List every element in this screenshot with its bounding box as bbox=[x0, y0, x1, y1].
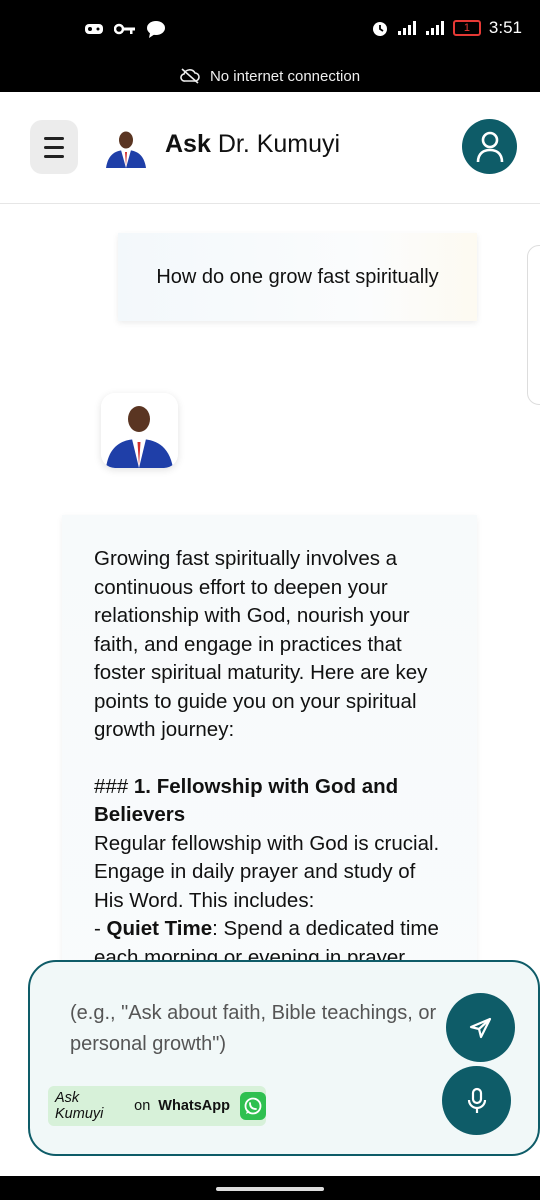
whatsapp-link[interactable]: Ask Kumuyi on WhatsApp bbox=[48, 1086, 266, 1126]
battery-icon: 1 bbox=[452, 20, 481, 36]
home-gesture-handle[interactable] bbox=[216, 1187, 324, 1191]
signal-icon-2 bbox=[425, 21, 444, 35]
gamepad-icon bbox=[85, 24, 103, 34]
microphone-button[interactable] bbox=[442, 1066, 511, 1135]
app-logo-avatar bbox=[106, 131, 146, 168]
microphone-icon bbox=[467, 1087, 486, 1113]
bot-message-paragraph: Regular fellowship with God is crucial. … bbox=[94, 831, 440, 912]
status-notification-icons bbox=[84, 20, 166, 38]
status-time: 3:51 bbox=[488, 18, 522, 37]
status-system-icons: 1 3:51 bbox=[371, 18, 522, 38]
side-drawer-tab[interactable] bbox=[527, 245, 540, 405]
bot-message-heading: ### 1. Fellowship with God and Believers bbox=[94, 774, 399, 827]
user-icon bbox=[476, 131, 503, 162]
hamburger-icon bbox=[44, 136, 64, 140]
bot-message-bubble: Growing fast spiritually involves a cont… bbox=[62, 515, 477, 965]
profile-button[interactable] bbox=[462, 119, 517, 174]
network-banner-text: No internet connection bbox=[209, 67, 361, 85]
user-message-text: How do one grow fast spiritually bbox=[156, 265, 439, 288]
signal-icon bbox=[397, 21, 416, 35]
key-icon bbox=[114, 23, 135, 35]
menu-button[interactable] bbox=[30, 120, 78, 174]
bot-message-bullet: - Quiet Time: Spend a dedicated time eac… bbox=[94, 917, 439, 965]
bot-message-intro: Growing fast spiritually involves a cont… bbox=[94, 547, 428, 741]
message-input[interactable]: (e.g., "Ask about faith, Bible teachings… bbox=[70, 998, 440, 1060]
bot-portrait-image bbox=[101, 393, 178, 468]
alarm-icon bbox=[372, 22, 387, 36]
app-header: Ask Dr. Kumuyi bbox=[0, 92, 540, 204]
user-message-bubble: How do one grow fast spiritually bbox=[118, 233, 477, 321]
app-title: Ask Dr. Kumuyi bbox=[165, 130, 341, 158]
send-button[interactable] bbox=[446, 993, 515, 1062]
system-nav-bar bbox=[0, 1176, 540, 1200]
chat-bubble-icon bbox=[147, 21, 165, 38]
message-composer[interactable]: (e.g., "Ask about faith, Bible teachings… bbox=[28, 960, 540, 1156]
send-icon bbox=[469, 1017, 491, 1038]
bot-avatar bbox=[101, 393, 178, 468]
cloud-off-icon bbox=[180, 68, 200, 84]
network-banner: No internet connection bbox=[0, 60, 540, 92]
status-bar: 1 3:51 bbox=[0, 0, 540, 60]
chat-area[interactable]: How do one grow fast spiritually Growing… bbox=[0, 205, 540, 965]
whatsapp-icon bbox=[239, 1092, 266, 1120]
